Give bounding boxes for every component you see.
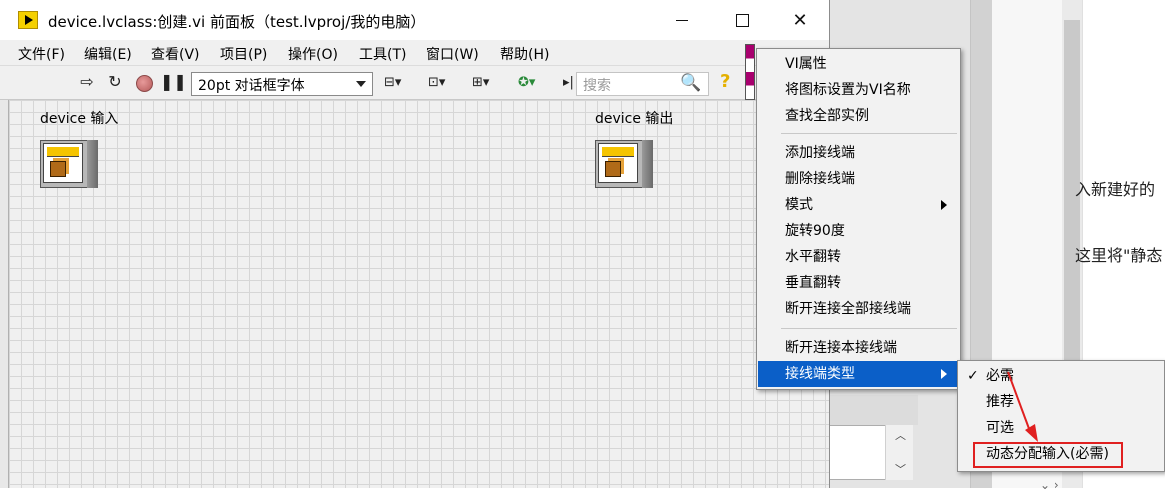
control-icon-area: [43, 143, 83, 183]
menu-item-terminal-type[interactable]: 接线端类型: [758, 361, 959, 387]
menu-file[interactable]: 文件(F): [18, 44, 65, 64]
indicator-edge: [642, 140, 653, 188]
font-select-value: 20pt 对话框字体: [198, 78, 305, 94]
document-text-line: 入新建好的: [1075, 180, 1156, 199]
labview-app-icon: [18, 11, 38, 29]
run-continuously-icon[interactable]: ↻: [104, 72, 126, 92]
menu-separator: [781, 328, 957, 329]
device-input-control[interactable]: [40, 140, 100, 190]
submenu-item-optional[interactable]: 可选: [959, 415, 1163, 441]
menu-item-find-all-instances[interactable]: 查找全部实例: [758, 103, 959, 129]
background-panel: [828, 395, 918, 425]
close-button[interactable]: ✕: [770, 0, 829, 40]
search-icon[interactable]: 🔍: [680, 73, 701, 93]
resize-objects-icon[interactable]: ⊞▾: [472, 75, 489, 90]
menu-help[interactable]: 帮助(H): [500, 44, 549, 64]
class-cube-icon: [605, 161, 621, 177]
background-list-scrollbar[interactable]: ︿ ﹀: [885, 425, 913, 480]
pause-icon[interactable]: ❚❚: [160, 72, 187, 92]
menu-view[interactable]: 查看(V): [151, 44, 200, 64]
menu-item-rotate-90[interactable]: 旋转90度: [758, 218, 959, 244]
menu-tools[interactable]: 工具(T): [359, 44, 406, 64]
abort-icon[interactable]: [136, 75, 153, 92]
menu-item-label: 模式: [785, 197, 813, 213]
menu-item-patterns[interactable]: 模式: [758, 192, 959, 218]
connector-pane-icon[interactable]: [745, 44, 755, 100]
menu-item-add-terminal[interactable]: 添加接线端: [758, 140, 959, 166]
run-arrow-icon[interactable]: ⇨: [76, 72, 98, 92]
chevron-down-icon: [356, 81, 366, 87]
menu-item-vi-properties[interactable]: VI属性: [758, 51, 959, 77]
control-edge: [87, 140, 98, 188]
device-output-indicator[interactable]: [595, 140, 655, 190]
submenu-arrow-icon: [941, 369, 947, 379]
menu-separator: [781, 133, 957, 134]
menu-project[interactable]: 项目(P): [220, 44, 267, 64]
submenu-item-required[interactable]: ✓ 必需: [959, 363, 1163, 389]
align-objects-icon[interactable]: ⊟▾: [384, 75, 401, 90]
scroll-down-icon[interactable]: ﹀: [895, 461, 906, 477]
front-panel-window: device.lvclass:创建.vi 前面板（test.lvproj/我的电…: [0, 0, 830, 488]
submenu-item-recommended[interactable]: 推荐: [959, 389, 1163, 415]
front-panel-canvas[interactable]: [8, 100, 829, 488]
indicator-icon-area: [598, 143, 638, 183]
annotation-highlight-box: [973, 442, 1123, 468]
maximize-button[interactable]: [712, 0, 772, 40]
minimize-button[interactable]: [652, 0, 712, 40]
distribute-objects-icon[interactable]: ⊡▾: [428, 75, 445, 90]
class-cube-icon: [50, 161, 66, 177]
panel-gutter: [0, 100, 8, 488]
menu-bar: 文件(F) 编辑(E) 查看(V) 项目(P) 操作(O) 工具(T) 窗口(W…: [0, 40, 829, 66]
indicator-header-bar: [602, 147, 634, 157]
search-placeholder: 搜索: [583, 78, 611, 94]
menu-item-set-icon-name[interactable]: 将图标设置为VI名称: [758, 77, 959, 103]
submenu-arrow-icon: [941, 200, 947, 210]
document-text-line: 这里将"静态: [1075, 246, 1163, 265]
checkmark-icon: ✓: [967, 368, 979, 384]
menu-edit[interactable]: 编辑(E): [84, 44, 132, 64]
menu-item-flip-vertical[interactable]: 垂直翻转: [758, 270, 959, 296]
search-separator-icon: ▸|: [563, 75, 574, 90]
menu-item-disconnect-this[interactable]: 断开连接本接线端: [758, 335, 959, 361]
control-header-bar: [47, 147, 79, 157]
menu-item-disconnect-all[interactable]: 断开连接全部接线端: [758, 296, 959, 322]
reorder-icon[interactable]: ✪▾: [518, 75, 535, 90]
window-title: device.lvclass:创建.vi 前面板（test.lvproj/我的电…: [48, 13, 426, 31]
annotation-arrow-icon: [1007, 371, 1038, 442]
menu-item-flip-horizontal[interactable]: 水平翻转: [758, 244, 959, 270]
scroll-up-icon[interactable]: ︿: [895, 427, 906, 443]
title-bar[interactable]: device.lvclass:创建.vi 前面板（test.lvproj/我的电…: [0, 0, 829, 40]
output-indicator-label[interactable]: device 输出: [595, 108, 673, 128]
menu-item-remove-terminal[interactable]: 删除接线端: [758, 166, 959, 192]
font-select[interactable]: 20pt 对话框字体: [191, 72, 373, 96]
menu-window[interactable]: 窗口(W): [426, 44, 479, 64]
input-control-label[interactable]: device 输入: [40, 108, 118, 128]
menu-operate[interactable]: 操作(O): [288, 44, 338, 64]
chevron-icon: ⌄ ›: [1040, 478, 1059, 492]
menu-item-label: 接线端类型: [785, 366, 855, 382]
connector-context-menu: VI属性 将图标设置为VI名称 查找全部实例 添加接线端 删除接线端 模式 旋转…: [756, 48, 961, 390]
help-icon[interactable]: ?: [720, 71, 730, 92]
